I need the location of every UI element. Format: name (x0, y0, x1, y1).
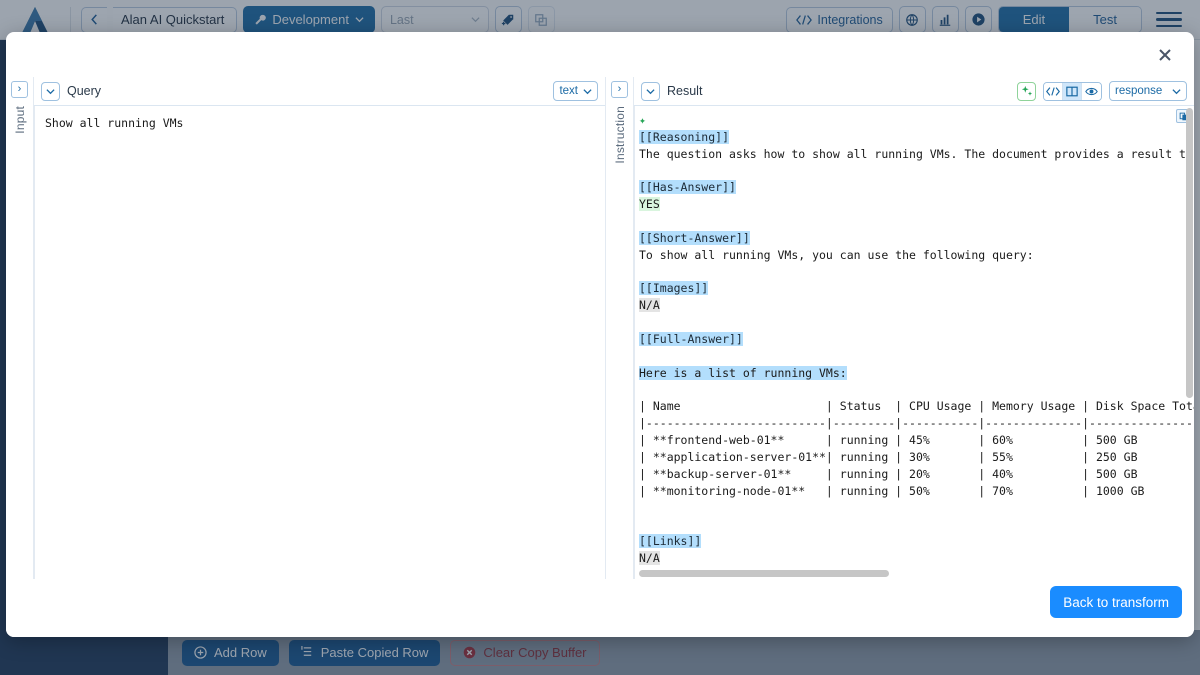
result-panel-title: Result (667, 84, 702, 98)
input-rail-label: Input (13, 106, 27, 134)
chevron-down-icon (1172, 87, 1181, 96)
query-format-select[interactable]: text (553, 81, 598, 101)
vm-table: | Name | Status | CPU Usage | Memory Usa… (639, 399, 1194, 497)
short-answer-tag: [[Short-Answer]] (639, 231, 750, 245)
instruction-rail: › Instruction (606, 77, 634, 579)
leading-sparkle-icon: ✦ (639, 113, 646, 127)
result-scroll-area[interactable]: ✦ [[Reasoning]] The question asks how to… (634, 106, 1194, 579)
images-value: N/A (639, 298, 660, 312)
result-vertical-scrollbar[interactable] (1186, 108, 1193, 398)
eye-icon[interactable] (1082, 83, 1101, 100)
result-panel: Result (634, 77, 1194, 579)
full-answer-intro: Here is a list of running VMs: (639, 366, 847, 380)
chevron-down-icon (583, 87, 592, 96)
short-answer-text: To show all running VMs, you can use the… (639, 248, 1034, 262)
split-columns-icon[interactable] (1063, 83, 1082, 100)
query-panel: Query text Show all running VMs (34, 77, 606, 579)
images-tag: [[Images]] (639, 281, 708, 295)
query-panel-title: Query (67, 84, 101, 98)
links-value: N/A (639, 551, 660, 565)
collapse-result-icon[interactable] (641, 82, 660, 101)
back-to-transform-button[interactable]: Back to transform (1050, 586, 1182, 618)
links-tag: [[Links]] (639, 534, 701, 548)
has-answer-value: YES (639, 197, 660, 211)
expand-instruction-icon[interactable]: › (611, 81, 628, 98)
query-panel-header: Query text (34, 77, 605, 106)
result-panel-header: Result (634, 77, 1194, 106)
query-format-value: text (559, 85, 578, 97)
result-view-select[interactable]: response (1109, 81, 1187, 101)
query-text: Show all running VMs (45, 116, 183, 130)
sparkle-icon[interactable] (1017, 82, 1036, 101)
input-rail: › Input (6, 77, 34, 579)
modal-header (6, 32, 1194, 77)
expand-input-icon[interactable]: › (11, 81, 28, 98)
reasoning-text: The question asks how to show all runnin… (639, 147, 1194, 161)
code-brackets-icon[interactable] (1044, 83, 1063, 100)
close-icon[interactable] (1150, 40, 1180, 70)
query-editor[interactable]: Show all running VMs (34, 106, 605, 579)
result-view-mode-group[interactable] (1043, 82, 1102, 101)
transform-result-modal: › Input Query text Show all running VMs (6, 32, 1194, 637)
modal-footer: Back to transform (6, 579, 1194, 637)
reasoning-tag: [[Reasoning]] (639, 130, 729, 144)
instruction-rail-label: Instruction (613, 106, 627, 164)
collapse-query-icon[interactable] (41, 82, 60, 101)
modal-body: › Input Query text Show all running VMs (6, 77, 1194, 579)
has-answer-tag: [[Has-Answer]] (639, 180, 736, 194)
full-answer-tag: [[Full-Answer]] (639, 332, 743, 346)
result-horizontal-scrollbar[interactable] (639, 570, 889, 577)
result-view-value: response (1115, 85, 1162, 97)
result-content: ✦ [[Reasoning]] The question asks how to… (635, 106, 1194, 567)
screen: Alan AI Quickstart Development Last Inte… (0, 0, 1200, 675)
